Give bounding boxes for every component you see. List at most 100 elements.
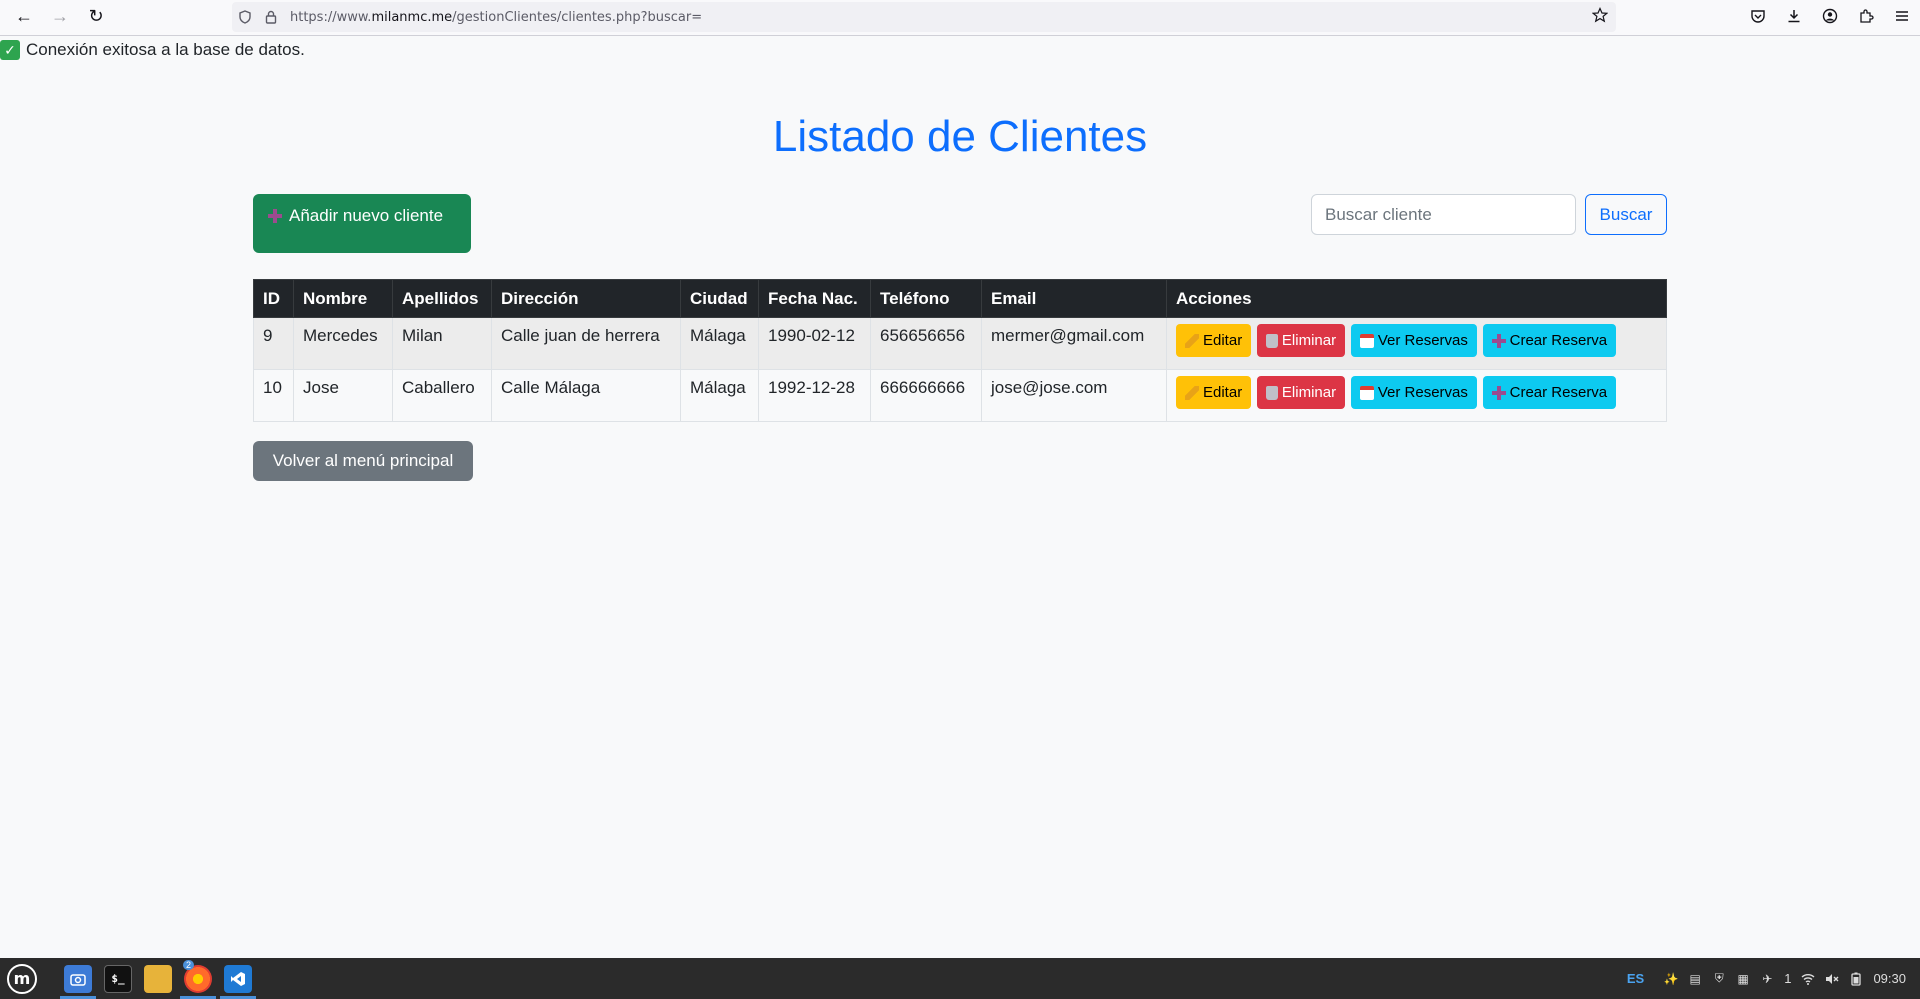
lock-icon[interactable] xyxy=(258,10,284,24)
delete-button[interactable]: Eliminar xyxy=(1256,324,1346,357)
delete-button[interactable]: Eliminar xyxy=(1256,376,1346,409)
wifi-icon[interactable] xyxy=(1801,972,1815,986)
cell-apellidos: Caballero xyxy=(392,369,492,422)
clients-table: ID Nombre Apellidos Dirección Ciudad Fec… xyxy=(253,279,1667,422)
cell-email: mermer@gmail.com xyxy=(981,317,1167,370)
cell-direccion: Calle juan de herrera xyxy=(491,317,681,370)
plus-icon xyxy=(1491,385,1506,400)
notification-icon[interactable]: ✈ xyxy=(1760,972,1774,986)
edit-button[interactable]: Editar xyxy=(1176,376,1252,409)
edit-label: Editar xyxy=(1203,384,1243,401)
reload-icon[interactable]: ↻ xyxy=(78,0,114,32)
plus-icon xyxy=(1491,333,1506,348)
network-card-icon[interactable]: ▦ xyxy=(1736,972,1750,986)
system-tray: ES ✨ ▤ ⛨ ▦ ✈ 1 09:30 xyxy=(1627,958,1920,999)
check-icon: ✓ xyxy=(0,40,20,60)
folder-icon xyxy=(144,964,172,993)
pocket-icon[interactable] xyxy=(1740,0,1776,32)
cell-nombre: Mercedes xyxy=(293,317,393,370)
forward-icon[interactable]: → xyxy=(42,0,78,32)
search-input[interactable] xyxy=(1311,194,1576,235)
pencil-icon xyxy=(1185,333,1199,348)
table-row: 9 Mercedes Milan Calle juan de herrera M… xyxy=(253,317,1667,370)
cell-fecha: 1990-02-12 xyxy=(758,317,871,370)
cell-actions: Editar Eliminar Ver Reservas Crear Reser… xyxy=(1166,369,1667,422)
clock[interactable]: 09:30 xyxy=(1873,971,1906,986)
cell-email: jose@jose.com xyxy=(981,369,1167,422)
toolbar-right xyxy=(1740,0,1920,32)
delete-label: Eliminar xyxy=(1281,384,1337,401)
add-client-label: Añadir nuevo cliente xyxy=(289,206,444,225)
header-apellidos: Apellidos xyxy=(392,279,492,318)
menu-icon[interactable] xyxy=(1884,0,1920,32)
view-reservations-label: Ver Reservas xyxy=(1377,332,1468,349)
calendar-icon xyxy=(1359,333,1374,348)
keyboard-layout[interactable]: ES xyxy=(1627,971,1644,986)
header-email: Email xyxy=(981,279,1167,318)
taskbar-screenshot-app[interactable] xyxy=(58,958,98,999)
cell-nombre: Jose xyxy=(293,369,393,422)
back-to-menu-button[interactable]: Volver al menú principal xyxy=(253,441,473,481)
shield-tray-icon[interactable]: ⛨ xyxy=(1712,971,1726,986)
cell-telefono: 666666666 xyxy=(870,369,982,422)
bookmark-star-icon[interactable] xyxy=(1591,7,1609,28)
header-fecha: Fecha Nac. xyxy=(758,279,871,318)
trash-icon xyxy=(1265,333,1278,348)
window-count-badge: 2 xyxy=(183,960,195,970)
terminal-icon: $_ xyxy=(104,964,132,993)
create-reservation-button[interactable]: Crear Reserva xyxy=(1482,324,1617,357)
taskbar-terminal-app[interactable]: $_ xyxy=(98,958,138,999)
bluetooth-icon[interactable]: ✨ xyxy=(1664,972,1679,986)
create-reservation-button[interactable]: Crear Reserva xyxy=(1482,376,1617,409)
table-row: 10 Jose Caballero Calle Málaga Málaga 19… xyxy=(253,369,1667,422)
vscode-icon xyxy=(224,964,252,993)
start-menu-button[interactable]: m xyxy=(0,958,44,999)
cell-telefono: 656656656 xyxy=(870,317,982,370)
view-reservations-button[interactable]: Ver Reservas xyxy=(1350,376,1477,409)
cell-id: 10 xyxy=(253,369,294,422)
plus-icon xyxy=(267,208,283,224)
edit-button[interactable]: Editar xyxy=(1176,324,1252,357)
view-reservations-button[interactable]: Ver Reservas xyxy=(1350,324,1477,357)
trash-icon xyxy=(1265,385,1278,400)
header-ciudad: Ciudad xyxy=(680,279,759,318)
header-acciones: Acciones xyxy=(1166,279,1667,318)
clipboard-icon[interactable]: ▤ xyxy=(1688,972,1702,986)
url-text[interactable]: https://www.milanmc.me/gestionClientes/c… xyxy=(290,10,702,25)
cell-id: 9 xyxy=(253,317,294,370)
db-status-message: ✓ Conexión exitosa a la base de datos. xyxy=(0,40,305,60)
back-icon[interactable]: ← xyxy=(6,0,42,32)
mint-logo-icon: m xyxy=(7,963,37,994)
taskbar-firefox-app[interactable]: 2 xyxy=(178,958,218,999)
header-direccion: Dirección xyxy=(491,279,681,318)
taskbar-files-app[interactable] xyxy=(138,958,178,999)
taskbar-vscode-app[interactable] xyxy=(218,958,258,999)
create-reservation-label: Crear Reserva xyxy=(1509,332,1608,349)
notification-count: 1 xyxy=(1784,971,1792,986)
shield-icon[interactable] xyxy=(232,10,258,24)
volume-muted-icon[interactable] xyxy=(1825,972,1839,986)
calendar-icon xyxy=(1359,385,1374,400)
db-status-text: Conexión exitosa a la base de datos. xyxy=(26,40,305,59)
extensions-icon[interactable] xyxy=(1848,0,1884,32)
add-client-button[interactable]: Añadir nuevo cliente xyxy=(253,194,471,253)
table-header-row: ID Nombre Apellidos Dirección Ciudad Fec… xyxy=(253,279,1667,318)
search-button[interactable]: Buscar xyxy=(1585,194,1667,235)
camera-icon xyxy=(64,964,92,993)
url-bar[interactable]: https://www.milanmc.me/gestionClientes/c… xyxy=(232,2,1616,32)
header-telefono: Teléfono xyxy=(870,279,982,318)
cell-actions: Editar Eliminar Ver Reservas Crear Reser… xyxy=(1166,317,1667,370)
page-title: Listado de Clientes xyxy=(772,112,1148,161)
cell-direccion: Calle Málaga xyxy=(491,369,681,422)
pencil-icon xyxy=(1185,385,1199,400)
cell-apellidos: Milan xyxy=(392,317,492,370)
header-nombre: Nombre xyxy=(293,279,393,318)
header-id: ID xyxy=(253,279,294,318)
delete-label: Eliminar xyxy=(1281,332,1337,349)
taskbar: m $_ 2 ES ✨ ▤ ⛨ ▦ ✈ 1 09:30 xyxy=(0,958,1920,999)
downloads-icon[interactable] xyxy=(1776,0,1812,32)
account-icon[interactable] xyxy=(1812,0,1848,32)
battery-icon[interactable] xyxy=(1849,972,1863,986)
cell-ciudad: Málaga xyxy=(680,369,759,422)
edit-label: Editar xyxy=(1203,332,1243,349)
